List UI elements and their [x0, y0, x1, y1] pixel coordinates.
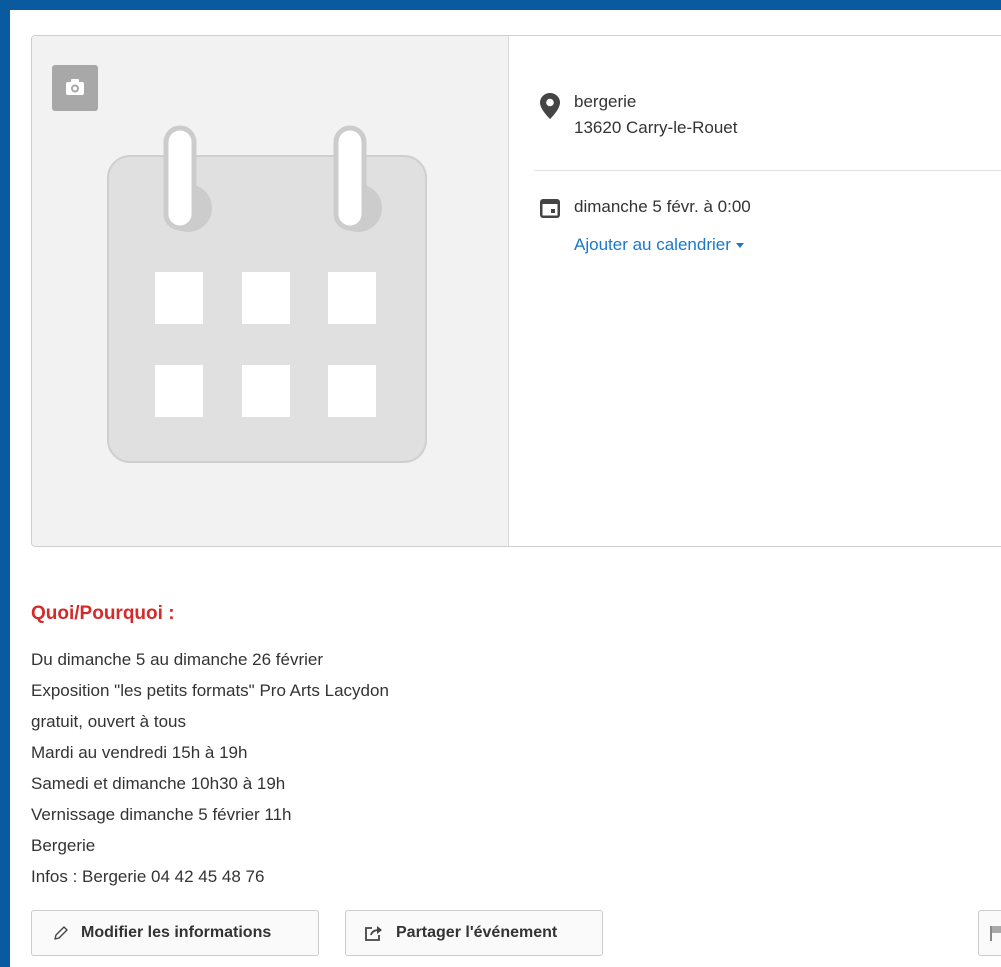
add-photo-button[interactable] — [52, 65, 98, 111]
share-event-label: Partager l'événement — [396, 924, 558, 941]
calendar-icon — [540, 199, 560, 218]
event-date: dimanche 5 févr. à 0:00 — [574, 197, 751, 216]
description-line: Du dimanche 5 au dimanche 26 février — [31, 650, 323, 669]
share-event-button[interactable]: Partager l'événement — [345, 910, 603, 956]
report-button[interactable] — [978, 910, 1001, 956]
event-description: Du dimanche 5 au dimanche 26 février Exp… — [31, 650, 591, 898]
calendar-placeholder-icon — [107, 125, 427, 463]
description-line: Vernissage dimanche 5 février 11h — [31, 805, 292, 824]
share-icon — [364, 925, 384, 942]
camera-icon — [66, 79, 84, 95]
description-line: gratuit, ouvert à tous — [31, 712, 186, 731]
description-line: Exposition "les petits formats" Pro Arts… — [31, 681, 389, 700]
description-line: Mardi au vendredi 15h à 19h — [31, 743, 248, 762]
info-divider — [534, 170, 1001, 171]
event-image-placeholder — [32, 36, 509, 546]
description-title: Quoi/Pourquoi : — [31, 603, 175, 624]
location-name: bergerie — [574, 92, 637, 111]
map-pin-icon — [540, 93, 560, 119]
flag-icon — [989, 925, 1001, 941]
edit-info-label: Modifier les informations — [81, 924, 272, 941]
event-info: bergerie 13620 Carry-le-Rouet dimanche 5… — [508, 36, 1001, 546]
description-line: Samedi et dimanche 10h30 à 19h — [31, 774, 286, 793]
edit-info-button[interactable]: Modifier les informations — [31, 910, 319, 956]
pencil-icon — [53, 925, 69, 941]
description-line: Bergerie — [31, 836, 96, 855]
location-city: 13620 Carry-le-Rouet — [574, 118, 738, 137]
add-to-calendar-label: Ajouter au calendrier — [574, 235, 731, 254]
add-to-calendar-link[interactable]: Ajouter au calendrier — [574, 235, 744, 255]
description-line: Infos : Bergerie 04 42 45 48 76 — [31, 867, 265, 886]
event-card: bergerie 13620 Carry-le-Rouet dimanche 5… — [31, 35, 1001, 547]
caret-down-icon — [735, 243, 744, 249]
page: bergerie 13620 Carry-le-Rouet dimanche 5… — [10, 10, 1001, 967]
